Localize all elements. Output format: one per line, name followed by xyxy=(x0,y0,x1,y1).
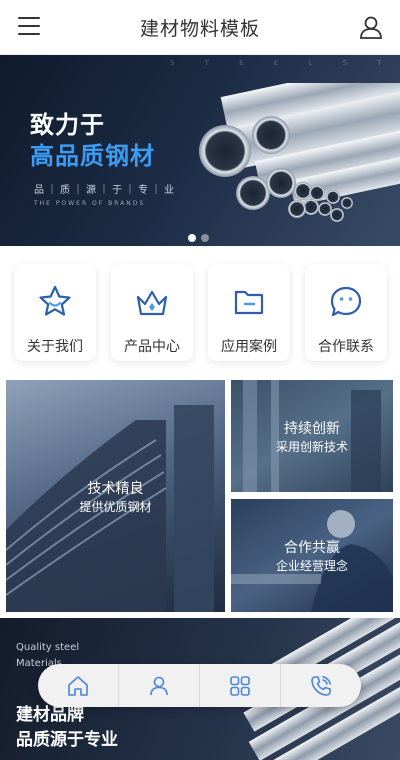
crown-icon xyxy=(136,290,168,316)
tab-grid[interactable] xyxy=(200,664,281,707)
tile-cooperation-title: 合作共赢 xyxy=(284,540,340,556)
user-icon[interactable] xyxy=(358,14,384,40)
folder-icon xyxy=(234,290,264,315)
steel-pipes-image xyxy=(199,83,400,222)
chat-icon xyxy=(330,286,362,317)
phone-icon xyxy=(311,675,331,696)
nav-contact-label: 合作联系 xyxy=(318,339,374,355)
banner-tagline: 品｜质｜源｜于｜专｜业 xyxy=(34,185,177,196)
nav-about-label: 关于我们 xyxy=(27,339,83,355)
tab-home[interactable] xyxy=(38,664,119,707)
star-icon xyxy=(39,285,71,316)
banner-headline-2: 高品质钢材 xyxy=(30,142,155,170)
nav-about[interactable]: 关于我们 xyxy=(14,264,96,361)
tile-technology-subtitle: 提供优质钢材 xyxy=(79,500,152,514)
nav-products[interactable]: 产品中心 xyxy=(111,264,193,361)
banner-headline-1: 致力于 xyxy=(30,111,105,139)
page: 建材物料模板 S T E E L S T E E L S T E E L 致力于… xyxy=(0,0,400,760)
brand-line-2: 品质源于专业 xyxy=(16,730,118,750)
tile-innovation-subtitle: 采用创新技术 xyxy=(275,440,348,454)
quality-line-1: Quality steel xyxy=(16,642,80,653)
nav-contact[interactable]: 合作联系 xyxy=(305,264,387,361)
nav-products-label: 产品中心 xyxy=(124,339,180,355)
quick-nav: 关于我们 产品中心 应用案例 合作联系 xyxy=(0,258,400,370)
user-icon xyxy=(150,676,168,695)
tile-innovation[interactable]: 持续创新 采用创新技术 xyxy=(231,380,393,492)
grid-icon xyxy=(230,675,250,696)
feature-grid: 技术精良 提供优质钢材 持续创新 采用创新技术 合作共赢 企业经营理念 xyxy=(0,380,400,612)
tile-technology[interactable]: 技术精良 提供优质钢材 xyxy=(6,380,225,612)
carousel-dots xyxy=(188,234,209,242)
tab-user[interactable] xyxy=(119,664,200,707)
banner-bg-text: S T E E L S T E E L S T E E L xyxy=(170,59,400,67)
tile-cooperation-subtitle: 企业经营理念 xyxy=(275,559,348,573)
page-title: 建材物料模板 xyxy=(139,17,260,40)
carousel-dot-1[interactable] xyxy=(188,234,196,242)
top-bar: 建材物料模板 xyxy=(0,0,400,55)
home-icon xyxy=(68,675,88,696)
bottom-tab-bar xyxy=(38,664,361,707)
tile-cooperation[interactable]: 合作共赢 企业经营理念 xyxy=(231,499,393,612)
nav-cases[interactable]: 应用案例 xyxy=(208,264,290,361)
menu-icon[interactable] xyxy=(18,17,40,37)
tile-technology-title: 技术精良 xyxy=(87,481,144,497)
tab-phone[interactable] xyxy=(281,664,361,707)
hero-banner[interactable]: S T E E L S T E E L S T E E L 致力于 高品质钢材 … xyxy=(0,55,400,246)
tile-innovation-title: 持续创新 xyxy=(284,421,340,437)
nav-cases-label: 应用案例 xyxy=(221,339,277,355)
carousel-dot-2[interactable] xyxy=(201,234,209,242)
banner-slogan: THE POWER OF BRANDS xyxy=(34,200,146,207)
